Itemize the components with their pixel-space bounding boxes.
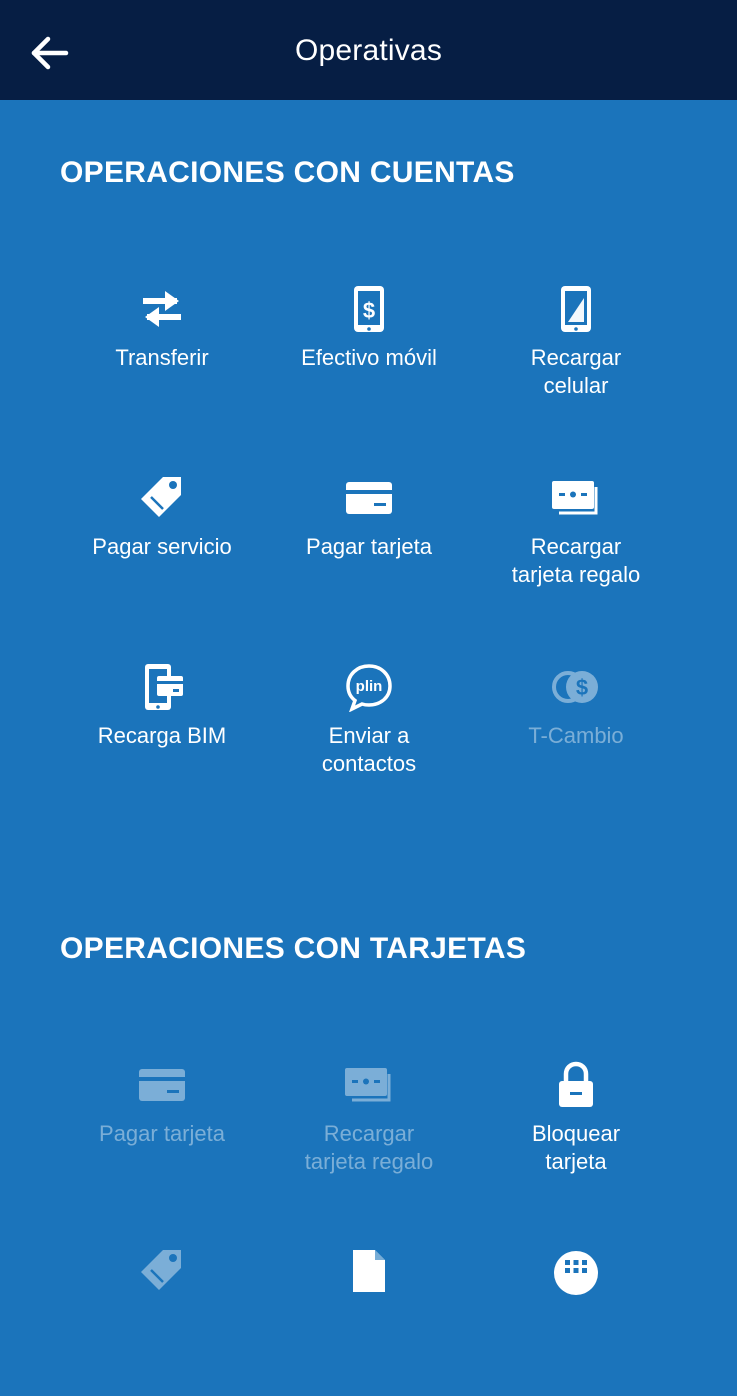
pagar-tarjeta-button[interactable]: Pagar tarjeta — [259, 473, 479, 623]
pagar-servicio-button[interactable]: Pagar servicio — [52, 473, 272, 623]
recarga-bim-button[interactable]: Recarga BIM — [52, 662, 272, 812]
section-title-tarjetas: OPERACIONES CON TARJETAS — [60, 932, 527, 965]
svg-text:plin: plin — [356, 678, 383, 695]
svg-text:$: $ — [363, 298, 375, 323]
tile-label: Recargar celular — [530, 345, 622, 398]
tile-label: T-Cambio — [528, 723, 624, 748]
bloquear-tarjeta-button[interactable]: Bloquear tarjeta — [466, 1060, 686, 1210]
tarjeta-document-button[interactable] — [259, 1246, 479, 1396]
tile-label: Bloquear tarjeta — [531, 1121, 621, 1174]
t-cambio-button[interactable]: $ T-Cambio — [466, 662, 686, 812]
section-title-cuentas: OPERACIONES CON CUENTAS — [60, 156, 515, 189]
transfer-arrows-icon — [137, 284, 187, 334]
grid-keypad-icon — [551, 1246, 601, 1296]
lock-icon — [551, 1060, 601, 1110]
tile-label: Recargar tarjeta regalo — [511, 534, 641, 587]
tarjeta-keypad-button[interactable] — [466, 1246, 686, 1396]
phone-cash-icon: $ — [344, 284, 394, 334]
tile-label: Pagar tarjeta — [99, 1121, 225, 1146]
currency-exchange-icon: $ — [551, 662, 601, 712]
recargar-tarjeta-regalo-button[interactable]: Recargar tarjeta regalo — [466, 473, 686, 623]
enviar-a-contactos-button[interactable]: plin Enviar a contactos — [259, 662, 479, 812]
top-bar: Operativas — [0, 0, 737, 100]
tarjeta-tag-button[interactable] — [52, 1246, 272, 1396]
efectivo-movil-button[interactable]: $ Efectivo móvil — [259, 284, 479, 434]
transferir-button[interactable]: Transferir — [52, 284, 272, 434]
tile-label: Enviar a contactos — [321, 723, 417, 776]
phone-recharge-icon — [551, 284, 601, 334]
gift-cards-icon — [344, 1060, 394, 1110]
tile-label: Transferir — [115, 345, 209, 370]
tile-label: Pagar tarjeta — [306, 534, 432, 559]
tag-icon — [137, 473, 187, 523]
bim-wallet-icon — [137, 662, 187, 712]
tile-label: Recarga BIM — [97, 723, 227, 748]
document-icon — [344, 1246, 394, 1296]
tile-label: Efectivo móvil — [301, 345, 437, 370]
recargar-celular-button[interactable]: Recargar celular — [466, 284, 686, 434]
gift-cards-icon — [551, 473, 601, 523]
card-icon — [344, 473, 394, 523]
tile-label: Pagar servicio — [92, 534, 232, 559]
recargar-tarjeta-regalo-card-button[interactable]: Recargar tarjeta regalo — [259, 1060, 479, 1210]
svg-text:$: $ — [576, 675, 588, 700]
pagar-tarjeta-card-button[interactable]: Pagar tarjeta — [52, 1060, 272, 1210]
page-title: Operativas — [294, 34, 443, 67]
plin-icon: plin — [344, 662, 394, 712]
tile-label: Recargar tarjeta regalo — [304, 1121, 434, 1174]
card-icon — [137, 1060, 187, 1110]
tag-icon — [137, 1246, 187, 1296]
